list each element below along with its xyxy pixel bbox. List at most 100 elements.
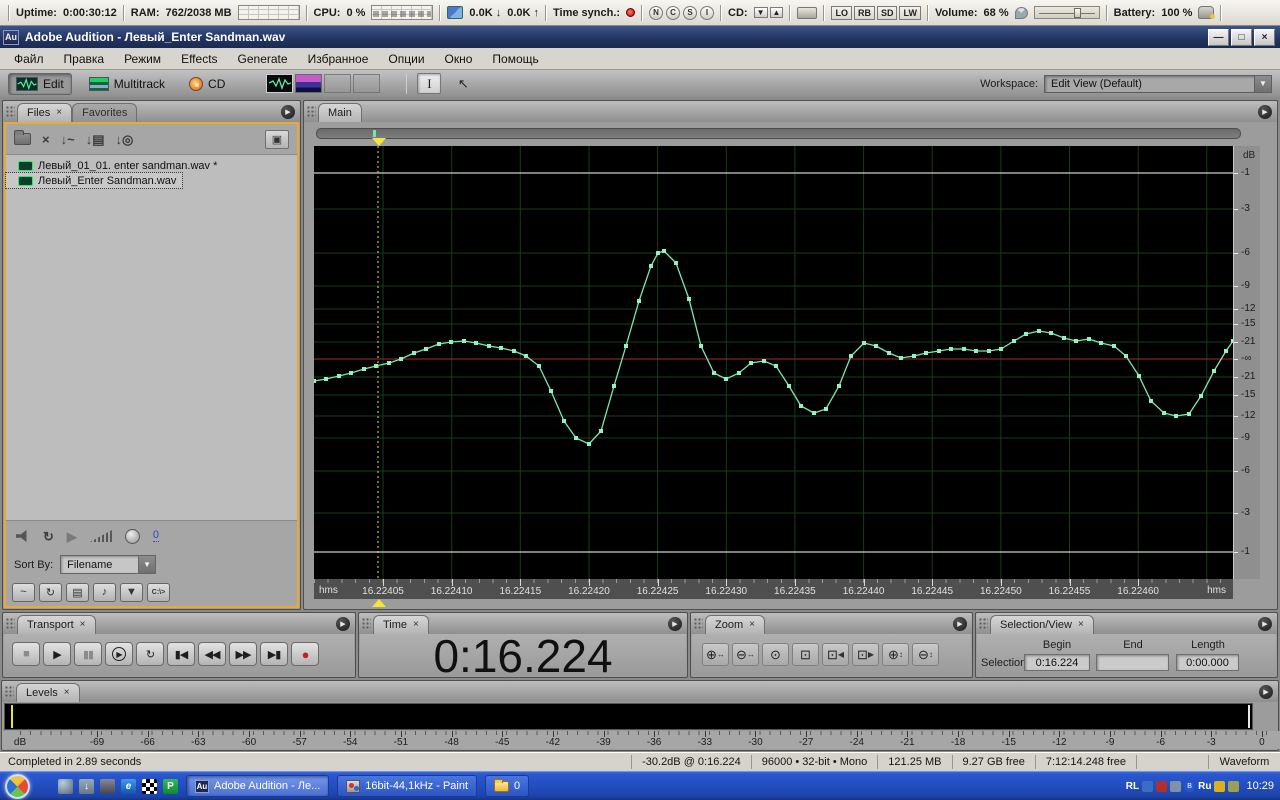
volume-slider-thumb[interactable]	[1074, 8, 1081, 18]
insert-into-cd-icon[interactable]: ↓◎	[115, 133, 133, 146]
play-from-cursor-button[interactable]: ▶	[105, 642, 133, 666]
play-button[interactable]: ▶	[43, 642, 71, 666]
minimize-button[interactable]: —	[1208, 29, 1229, 46]
close-file-icon[interactable]: ×	[42, 133, 50, 146]
sync-button[interactable]: S	[683, 6, 697, 20]
panel-menu-button[interactable]: ▶	[1259, 685, 1273, 699]
zoom-in-right-edge-button[interactable]: ⊡▶	[852, 643, 879, 666]
menu-item[interactable]: Окно	[435, 50, 483, 68]
tray-bluetooth-icon[interactable]: B	[1184, 781, 1195, 792]
zoom-out-vertically-button[interactable]: ⊖↕	[912, 643, 939, 666]
loop-play-button[interactable]: ↻	[136, 642, 164, 666]
close-button[interactable]: ×	[1254, 29, 1275, 46]
panel-menu-button[interactable]: ▶	[1258, 105, 1272, 119]
workspace-dropdown[interactable]: Edit View (Default) ▼	[1044, 75, 1272, 93]
cd-view-button[interactable]: CD	[182, 73, 232, 95]
chevron-down-icon[interactable]: ▼	[138, 556, 155, 573]
selection-length-field[interactable]: 0:00.000	[1176, 654, 1239, 671]
selection-end-field[interactable]	[1096, 654, 1169, 671]
spectral-pan-display-button[interactable]	[324, 74, 351, 93]
spectral-display-button[interactable]	[295, 74, 322, 93]
menu-item[interactable]: Режим	[114, 50, 171, 68]
taskbar-item-paint[interactable]: 16bit-44,1kHz - Paint	[337, 775, 477, 797]
taskbar-item-folder[interactable]: 0	[485, 775, 529, 797]
go-to-end-button[interactable]: ▶▮	[260, 642, 288, 666]
quicklaunch-screen-icon[interactable]	[142, 779, 157, 794]
panel-grip[interactable]	[979, 618, 988, 630]
pause-button[interactable]: ▮▮	[74, 642, 102, 666]
drive-button[interactable]: RB	[854, 6, 875, 20]
insert-into-session-icon[interactable]: ↓▤	[86, 133, 105, 146]
panel-grip[interactable]	[6, 618, 15, 630]
drive-button[interactable]: LO	[831, 6, 852, 20]
panel-menu-button[interactable]: ▶	[336, 617, 350, 631]
close-tab-icon[interactable]: ×	[80, 620, 86, 630]
tray-network-icon[interactable]	[1142, 781, 1153, 792]
quicklaunch-device-icon[interactable]	[100, 779, 115, 794]
panel-grip[interactable]	[5, 686, 14, 698]
tab-main[interactable]: Main	[318, 103, 362, 122]
tab-favorites[interactable]: Favorites	[72, 103, 137, 122]
go-to-beginning-button[interactable]: ▮◀	[167, 642, 195, 666]
tray-language-rl[interactable]: RL	[1126, 781, 1139, 792]
close-tab-icon[interactable]: ×	[64, 688, 70, 698]
stop-button[interactable]: ■	[12, 642, 40, 666]
chevron-down-icon[interactable]: ▼	[1254, 76, 1271, 92]
show-video-toggle[interactable]: ▤	[66, 583, 89, 602]
advanced-options-toggle[interactable]: ▣	[265, 130, 289, 149]
fast-forward-button[interactable]: ▶▶	[229, 642, 257, 666]
import-file-icon[interactable]	[14, 133, 31, 145]
zoom-in-left-edge-button[interactable]: ⊡◀	[822, 643, 849, 666]
window-titlebar[interactable]: Au Adobe Audition - Левый_Enter Sandman.…	[0, 26, 1280, 48]
preview-volume-knob[interactable]	[125, 529, 140, 544]
preview-volume-value[interactable]: 0	[153, 530, 159, 542]
panel-menu-button[interactable]: ▶	[281, 105, 295, 119]
close-tab-icon[interactable]: ×	[1078, 620, 1084, 630]
filter-options-toggle[interactable]: ▼	[120, 583, 143, 602]
menu-item[interactable]: Generate	[228, 50, 298, 68]
show-midi-toggle[interactable]: ♪	[93, 583, 116, 602]
panel-grip[interactable]	[362, 618, 371, 630]
sync-button[interactable]: N	[649, 6, 663, 20]
time-selection-tool-button[interactable]: I	[417, 73, 441, 94]
tab-selection-view[interactable]: Selection/View ×	[990, 615, 1094, 634]
cd-eject-button[interactable]: ▲	[770, 7, 784, 18]
zoom-out-full-button[interactable]: ⊙	[762, 643, 789, 666]
show-loop-toggle[interactable]: ↻	[39, 583, 62, 602]
record-button[interactable]: ●	[291, 642, 319, 666]
edit-view-button[interactable]: Edit	[8, 73, 72, 95]
multitrack-view-button[interactable]: Multitrack	[82, 73, 172, 95]
tray-volume-icon[interactable]	[1214, 781, 1225, 792]
quicklaunch-download-icon[interactable]: ↓	[79, 779, 94, 794]
panel-grip[interactable]	[6, 106, 15, 118]
timeline-ruler[interactable]: hms hms 16.2240516.2241016.2241516.22420…	[314, 579, 1233, 599]
auto-play-icon[interactable]	[16, 530, 30, 542]
volume-slider[interactable]	[1034, 6, 1100, 19]
rewind-button[interactable]: ◀◀	[198, 642, 226, 666]
tab-files[interactable]: Files ×	[17, 103, 72, 122]
zoom-to-selection-button[interactable]: ⊡	[792, 643, 819, 666]
tab-time[interactable]: Time ×	[373, 615, 429, 634]
insert-into-multitrack-icon[interactable]: ↓~	[61, 133, 75, 146]
maximize-button[interactable]: □	[1231, 29, 1252, 46]
zoom-in-vertically-button[interactable]: ⊕↕	[882, 643, 909, 666]
drive-button[interactable]: LW	[899, 6, 921, 20]
close-tab-icon[interactable]: ×	[56, 108, 62, 118]
panel-menu-button[interactable]: ▶	[668, 617, 682, 631]
selection-begin-field[interactable]: 0:16.224	[1024, 654, 1090, 671]
menu-item[interactable]: Файл	[4, 50, 54, 68]
tray-monitor-icon[interactable]	[1170, 781, 1181, 792]
tray-mouse-icon[interactable]	[1228, 781, 1239, 792]
taskbar-item-audition[interactable]: Au Adobe Audition - Ле...	[186, 775, 329, 797]
menu-item[interactable]: Правка	[54, 50, 115, 68]
cd-close-button[interactable]: ▼	[754, 7, 768, 18]
start-button[interactable]	[5, 774, 30, 799]
level-meter[interactable]	[4, 703, 1253, 730]
show-full-path-toggle[interactable]: C:\>	[147, 583, 170, 602]
drive-button[interactable]: SD	[877, 6, 898, 20]
tab-transport[interactable]: Transport ×	[17, 615, 96, 634]
sort-by-dropdown[interactable]: Filename ▼	[60, 555, 156, 574]
menu-item[interactable]: Помощь	[482, 50, 548, 68]
amplitude-ruler[interactable]: dB -1-3-6-9-12-15-21-∞-21-15-12-9-6-3-1	[1233, 146, 1260, 579]
tab-zoom[interactable]: Zoom ×	[705, 615, 765, 634]
